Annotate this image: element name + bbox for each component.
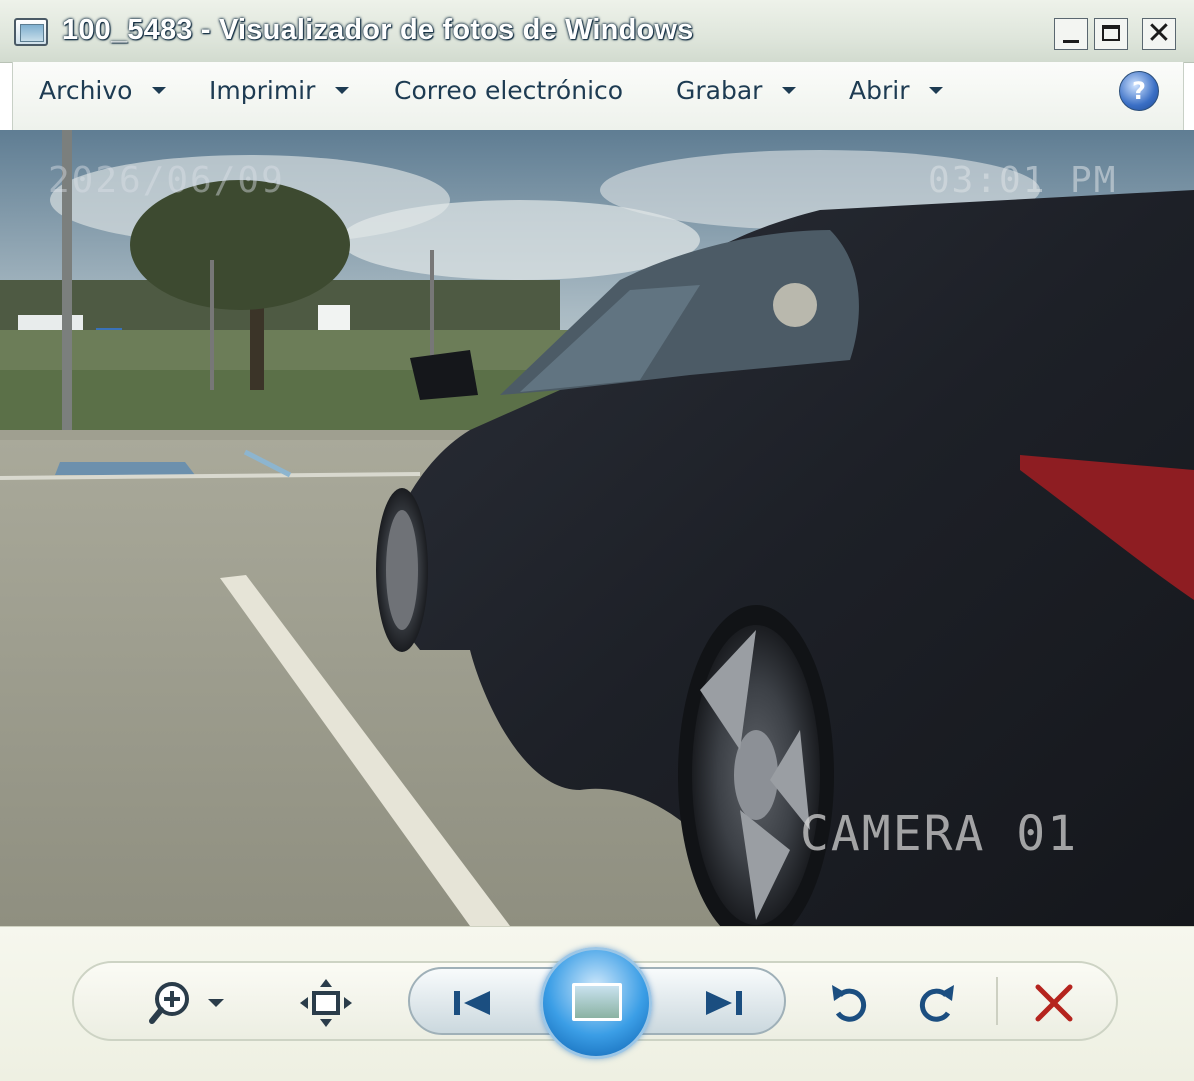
previous-icon[interactable] <box>452 987 492 1019</box>
maximize-button[interactable] <box>1094 18 1128 50</box>
window-title: 100_5483 - Visualizador de fotos de Wind… <box>62 14 694 46</box>
chevron-down-icon <box>335 86 350 94</box>
rotate-right-icon[interactable] <box>914 979 958 1027</box>
chevron-down-icon <box>929 86 944 94</box>
photo-viewer-app-icon <box>14 18 48 46</box>
chevron-down-icon <box>152 86 167 94</box>
minimize-button[interactable] <box>1054 18 1088 50</box>
timestamp-time-overlay: 03:01 PM <box>928 160 1118 201</box>
menu-abrir-label: Abrir <box>849 76 910 105</box>
timestamp-date-overlay: 2026/06/09 <box>48 160 285 201</box>
zoom-icon[interactable] <box>146 979 230 1027</box>
photo-display: 2026/06/09 03:01 PM CAMERA 01 <box>0 130 1194 926</box>
menu-imprimir[interactable]: Imprimir <box>209 76 350 105</box>
fit-to-window-icon[interactable] <box>300 979 352 1027</box>
menu-bar: Archivo Imprimir Correo electrónico Grab… <box>12 62 1184 130</box>
camera-label-overlay: CAMERA 01 <box>800 806 1079 862</box>
next-icon[interactable] <box>704 987 744 1019</box>
menu-grabar-label: Grabar <box>676 76 763 105</box>
close-icon: ✕ <box>1146 16 1172 51</box>
slideshow-icon <box>572 983 622 1021</box>
toolbar-separator <box>996 977 998 1025</box>
menu-imprimir-label: Imprimir <box>209 76 316 105</box>
menu-correo-label: Correo electrónico <box>394 76 624 105</box>
slideshow-button[interactable] <box>540 947 652 1059</box>
menu-archivo[interactable]: Archivo <box>39 76 167 105</box>
bottom-toolbar <box>0 926 1194 1081</box>
chevron-down-icon <box>782 86 797 94</box>
menu-grabar[interactable]: Grabar <box>676 76 797 105</box>
close-button[interactable]: ✕ <box>1142 16 1176 51</box>
delete-icon[interactable] <box>1034 983 1074 1023</box>
menu-abrir[interactable]: Abrir <box>849 76 944 105</box>
rotate-left-icon[interactable] <box>828 979 872 1027</box>
menu-archivo-label: Archivo <box>39 76 133 105</box>
menu-correo[interactable]: Correo electrónico <box>394 76 623 105</box>
help-icon[interactable]: ? <box>1119 71 1159 111</box>
title-bar: 100_5483 - Visualizador de fotos de Wind… <box>0 0 1194 63</box>
